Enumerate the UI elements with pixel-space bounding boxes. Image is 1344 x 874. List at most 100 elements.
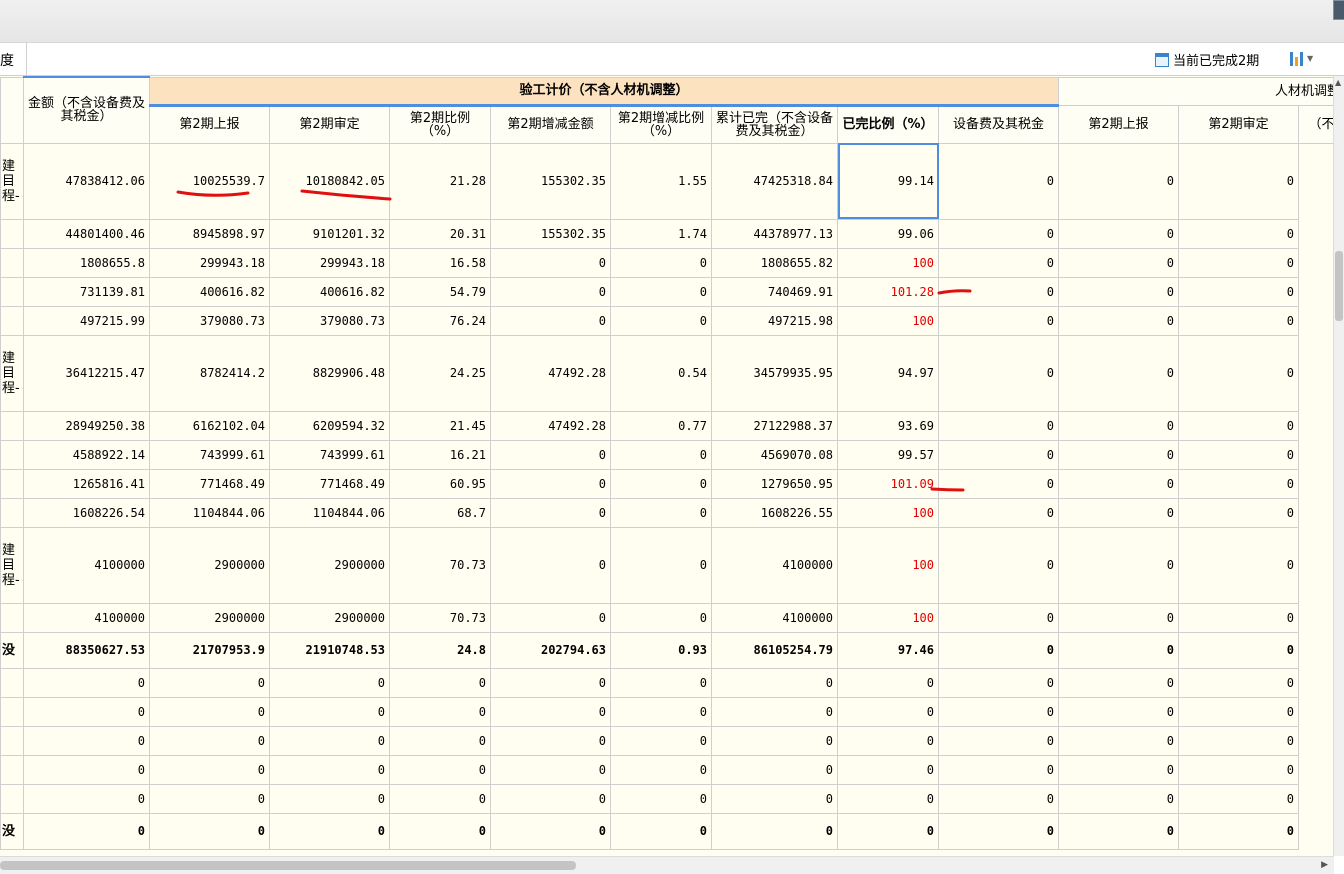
table-cell[interactable]: 0 bbox=[490, 812, 611, 850]
table-cell[interactable]: 497215.98 bbox=[711, 305, 838, 336]
table-cell[interactable]: 0.54 bbox=[610, 334, 712, 412]
table-row[interactable]: 497215.99 379080.73 379080.73 76.24 0 0 497215… bbox=[0, 305, 1335, 336]
table-cell[interactable]: 0 bbox=[1178, 812, 1300, 850]
table-cell[interactable]: 0 bbox=[149, 696, 270, 727]
table-cell[interactable]: 100 bbox=[837, 497, 939, 528]
table-cell[interactable]: 0 bbox=[269, 783, 390, 814]
table-cell[interactable]: 1808655.8 bbox=[23, 247, 150, 278]
table-cell[interactable]: 0 bbox=[149, 667, 270, 698]
table-cell[interactable]: 100 bbox=[837, 526, 939, 604]
table-cell[interactable]: 0 bbox=[1178, 696, 1300, 727]
table-cell[interactable]: 0 bbox=[937, 602, 1060, 633]
table-cell[interactable]: 0 bbox=[149, 812, 270, 850]
table-cell[interactable]: 100 bbox=[837, 602, 939, 633]
table-cell[interactable]: 0 bbox=[610, 526, 712, 604]
table-cell[interactable]: 0 bbox=[389, 667, 491, 698]
table-cell[interactable]: 0 bbox=[1178, 602, 1300, 633]
table-cell[interactable]: 4100000 bbox=[23, 602, 150, 633]
table-cell[interactable]: 4100000 bbox=[711, 602, 838, 633]
header-sub-9[interactable]: 第2期审定 bbox=[1178, 104, 1300, 144]
table-row[interactable]: 00000000000 bbox=[0, 696, 1335, 727]
table-cell[interactable]: 0 bbox=[610, 305, 712, 336]
table-cell[interactable]: 0 bbox=[711, 696, 838, 727]
table-cell[interactable]: 0 bbox=[937, 276, 1060, 307]
table-cell[interactable]: 0 bbox=[937, 497, 1060, 528]
table-cell[interactable]: 8782414.2 bbox=[149, 334, 270, 412]
table-cell[interactable]: 0 bbox=[490, 696, 611, 727]
table-cell[interactable]: 68.7 bbox=[389, 497, 491, 528]
table-cell[interactable]: 0 bbox=[1058, 526, 1180, 604]
table-cell[interactable]: 1.74 bbox=[610, 218, 712, 249]
table-cell[interactable]: 0 bbox=[23, 725, 150, 756]
table-cell[interactable]: 4569070.08 bbox=[711, 439, 838, 470]
table-cell[interactable]: 0 bbox=[1178, 667, 1300, 698]
table-cell[interactable]: 0 bbox=[937, 218, 1060, 249]
table-cell[interactable]: 1.55 bbox=[610, 142, 712, 220]
table-cell[interactable]: 0 bbox=[149, 783, 270, 814]
table-cell[interactable]: 0 bbox=[490, 439, 611, 470]
header-sub-1[interactable]: 第2期审定 bbox=[269, 104, 390, 144]
table-cell[interactable]: 1279650.95 bbox=[711, 468, 838, 499]
header-sub-2[interactable]: 第2期比例（%） bbox=[389, 104, 491, 144]
table-cell[interactable]: 0 bbox=[1058, 218, 1180, 249]
table-cell[interactable]: 0 bbox=[1058, 812, 1180, 850]
table-cell[interactable]: 10180842.05 bbox=[269, 142, 390, 220]
table-cell[interactable]: 0 bbox=[269, 696, 390, 727]
table-row[interactable]: 00000000000 bbox=[0, 754, 1335, 785]
table-cell[interactable]: 0 bbox=[937, 468, 1060, 499]
table-row[interactable]: 1608226.54 1104844.06 1104844.06 68.7 0 0 1608… bbox=[0, 497, 1335, 528]
table-cell[interactable]: 0 bbox=[837, 812, 939, 850]
table-cell[interactable]: 743999.61 bbox=[269, 439, 390, 470]
table-row[interactable]: 4588922.14 743999.61 743999.61 16.21 0 0 45690… bbox=[0, 439, 1335, 470]
table-cell[interactable]: 1265816.41 bbox=[23, 468, 150, 499]
header-group-verification[interactable]: 验工计价（不含人材机调整） bbox=[148, 76, 1060, 107]
table-cell[interactable]: 0 bbox=[610, 725, 712, 756]
table-cell[interactable]: 0 bbox=[389, 725, 491, 756]
header-sub-3[interactable]: 第2期增减金额 bbox=[490, 104, 611, 144]
table-cell[interactable]: 0 bbox=[1058, 497, 1180, 528]
table-cell[interactable]: 2900000 bbox=[269, 526, 390, 604]
table-cell[interactable]: 0 bbox=[1178, 439, 1300, 470]
table-cell[interactable]: 0 bbox=[1058, 410, 1180, 441]
table-cell[interactable]: 0 bbox=[1178, 276, 1300, 307]
table-cell[interactable]: 21.28 bbox=[389, 142, 491, 220]
table-cell[interactable]: 0 bbox=[149, 754, 270, 785]
table-cell[interactable]: 0 bbox=[610, 696, 712, 727]
table-row[interactable]: 没 88350627.53 21707953.9 21910748.53 24.8 202… bbox=[0, 631, 1335, 669]
table-row[interactable]: 00000000000 bbox=[0, 783, 1335, 814]
table-cell[interactable]: 0 bbox=[711, 783, 838, 814]
table-cell[interactable]: 0 bbox=[837, 754, 939, 785]
table-cell[interactable]: 76.24 bbox=[389, 305, 491, 336]
table-cell[interactable]: 0 bbox=[837, 667, 939, 698]
table-cell[interactable]: 0 bbox=[937, 305, 1060, 336]
table-cell[interactable]: 99.57 bbox=[837, 439, 939, 470]
table-row[interactable]: 731139.81 400616.82 400616.82 54.79 0 0 740469… bbox=[0, 276, 1335, 307]
table-cell[interactable]: 21707953.9 bbox=[149, 631, 270, 669]
table-cell[interactable]: 9101201.32 bbox=[269, 218, 390, 249]
table-cell[interactable]: 379080.73 bbox=[269, 305, 390, 336]
table-cell[interactable]: 0 bbox=[937, 142, 1060, 220]
table-cell[interactable]: 0 bbox=[490, 667, 611, 698]
table-row[interactable]: 44801400.46 8945898.97 9101201.32 20.31 1553… bbox=[0, 218, 1335, 249]
table-cell[interactable]: 155302.35 bbox=[490, 218, 611, 249]
table-cell[interactable]: 47492.28 bbox=[490, 410, 611, 441]
header-sub-7[interactable]: 设备费及其税金 bbox=[937, 104, 1060, 144]
table-cell[interactable]: 0 bbox=[1058, 247, 1180, 278]
table-cell[interactable]: 0 bbox=[610, 602, 712, 633]
table-cell[interactable]: 0 bbox=[1058, 667, 1180, 698]
table-cell[interactable]: 4588922.14 bbox=[23, 439, 150, 470]
table-cell[interactable]: 0 bbox=[610, 812, 712, 850]
table-cell[interactable]: 60.95 bbox=[389, 468, 491, 499]
table-cell[interactable]: 1104844.06 bbox=[149, 497, 270, 528]
table-cell[interactable]: 1808655.82 bbox=[711, 247, 838, 278]
table-cell[interactable]: 771468.49 bbox=[149, 468, 270, 499]
table-cell[interactable]: 0 bbox=[610, 754, 712, 785]
table-cell[interactable]: 70.73 bbox=[389, 526, 491, 604]
table-cell[interactable]: 8829906.48 bbox=[269, 334, 390, 412]
table-cell[interactable]: 99.14 bbox=[837, 142, 939, 220]
table-cell[interactable]: 0 bbox=[610, 468, 712, 499]
table-cell[interactable]: 0 bbox=[1058, 142, 1180, 220]
table-cell[interactable]: 0 bbox=[1178, 783, 1300, 814]
table-cell[interactable]: 0 bbox=[389, 783, 491, 814]
table-cell[interactable]: 379080.73 bbox=[149, 305, 270, 336]
